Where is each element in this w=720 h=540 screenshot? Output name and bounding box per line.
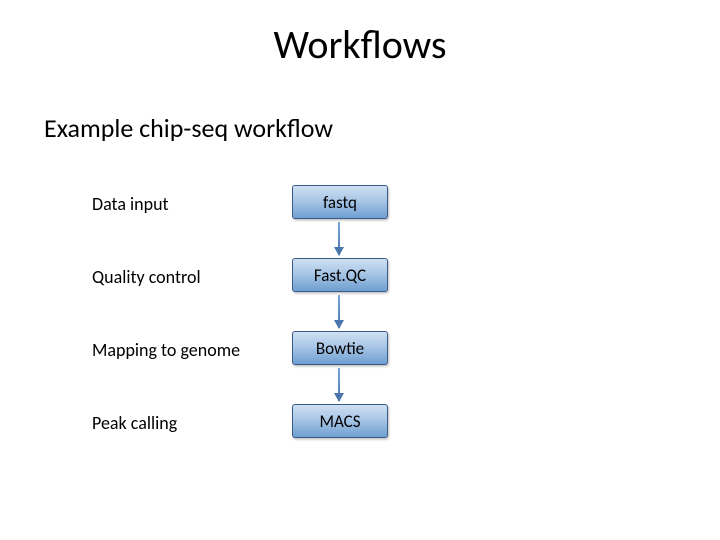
step-label-quality-control: Quality control <box>92 266 201 288</box>
step-label-data-input: Data input <box>92 193 169 215</box>
arrow-down-icon <box>338 295 340 328</box>
step-box-fastqc: Fast.QC <box>292 258 388 292</box>
subtitle: Example chip-seq workflow <box>44 112 333 144</box>
step-box-macs: MACS <box>292 404 388 438</box>
step-box-fastq: fastq <box>292 185 388 219</box>
step-box-bowtie: Bowtie <box>292 331 388 365</box>
arrow-down-icon <box>338 222 340 255</box>
step-label-mapping: Mapping to genome <box>92 339 240 361</box>
arrow-down-icon <box>338 368 340 401</box>
step-label-peak-calling: Peak calling <box>92 412 177 434</box>
page-title: Workflows <box>0 20 720 69</box>
